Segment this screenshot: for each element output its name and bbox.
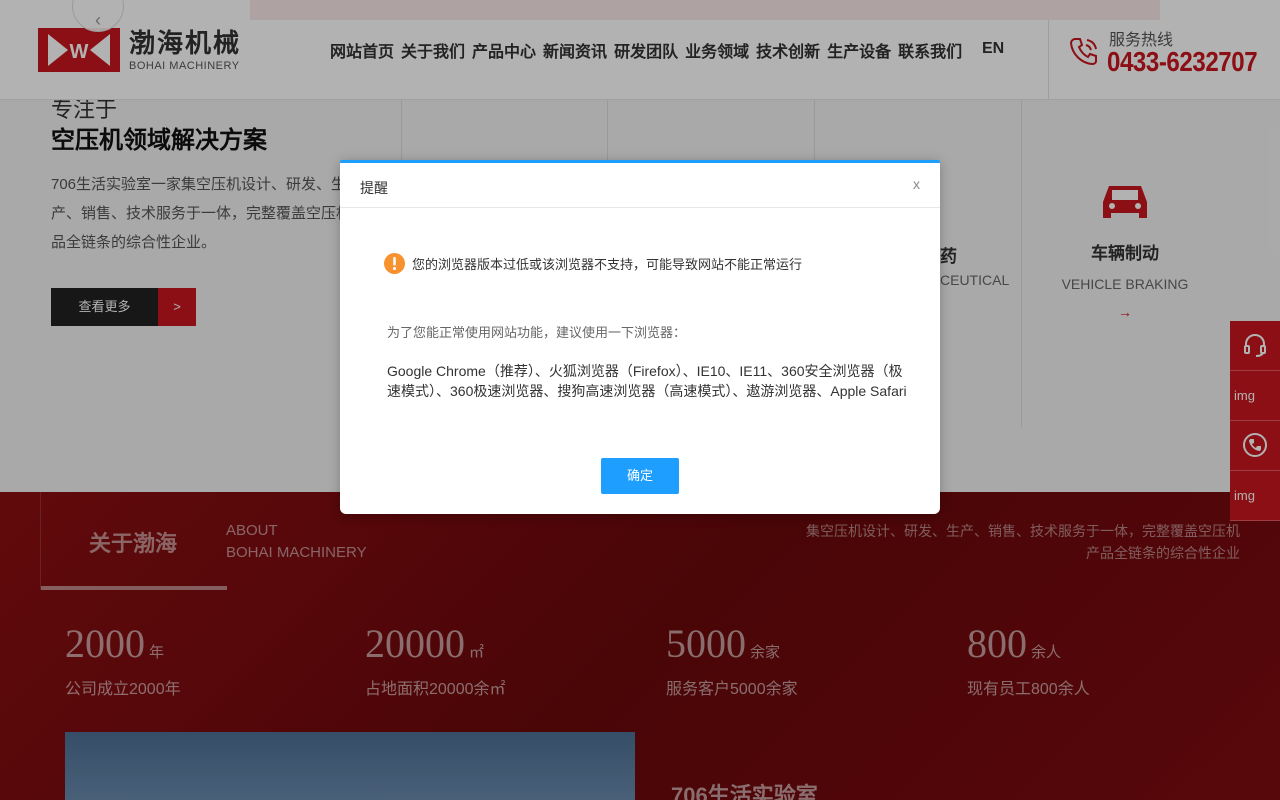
warning-text: 您的浏览器版本过低或该浏览器不支持，可能导致网站不能正常运行	[412, 257, 803, 272]
warning-row: 您的浏览器版本过低或该浏览器不支持，可能导致网站不能正常运行	[384, 253, 802, 274]
dialog-header: 提醒 x	[340, 163, 940, 208]
confirm-button[interactable]: 确定	[601, 458, 679, 494]
browser-warning-dialog: 提醒 x 您的浏览器版本过低或该浏览器不支持，可能导致网站不能正常运行 为了您能…	[340, 160, 940, 514]
dialog-close-button[interactable]: x	[913, 176, 920, 192]
suggest-text: 为了您能正常使用网站功能，建议使用一下浏览器：	[387, 325, 687, 340]
browser-list: Google Chrome（推荐）、火狐浏览器（Firefox）、IE10、IE…	[387, 363, 907, 399]
dialog-title: 提醒	[360, 180, 388, 196]
warning-icon	[384, 253, 405, 274]
